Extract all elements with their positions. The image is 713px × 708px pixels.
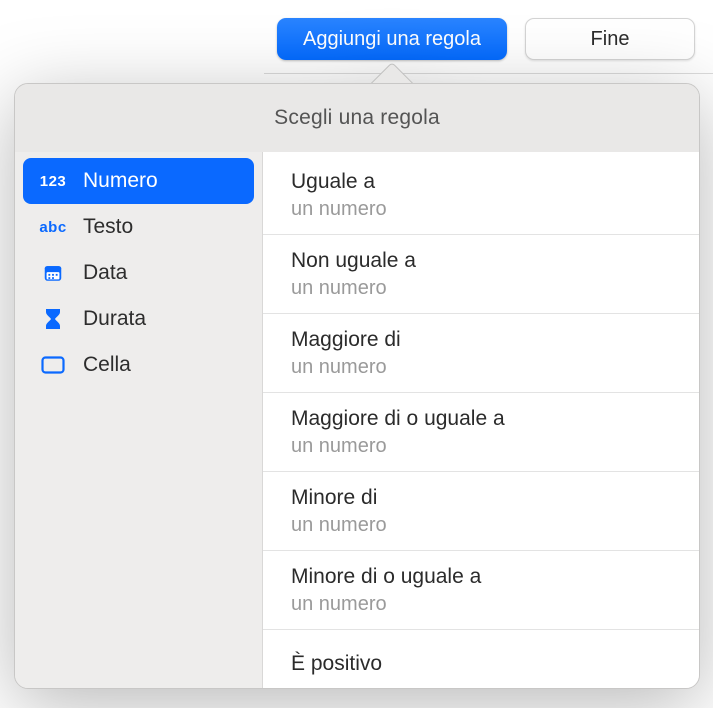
- top-toolbar: Aggiungi una regola Fine: [277, 18, 695, 60]
- rule-subtitle: un numero: [291, 512, 699, 538]
- rule-title: Maggiore di o uguale a: [291, 405, 699, 433]
- sidebar-item-number[interactable]: 123 Numero: [23, 158, 254, 204]
- rule-option-less[interactable]: Minore di un numero: [263, 472, 699, 551]
- rule-option-greater-equal[interactable]: Maggiore di o uguale a un numero: [263, 393, 699, 472]
- add-rule-button[interactable]: Aggiungi una regola: [277, 18, 507, 60]
- sidebar-item-duration[interactable]: Durata: [23, 296, 254, 342]
- text-icon: abc: [37, 219, 69, 236]
- rule-title: Uguale a: [291, 168, 699, 196]
- popover-arrow: [369, 61, 413, 85]
- add-rule-button-label: Aggiungi una regola: [303, 28, 481, 51]
- rule-option-less-equal[interactable]: Minore di o uguale a un numero: [263, 551, 699, 630]
- rule-category-sidebar: 123 Numero abc Testo: [15, 152, 263, 688]
- sidebar-item-label: Numero: [83, 169, 158, 193]
- rule-options-list: Uguale a un numero Non uguale a un numer…: [263, 152, 699, 688]
- sidebar-item-cell[interactable]: Cella: [23, 342, 254, 388]
- popover-title-text: Scegli una regola: [274, 106, 440, 130]
- rule-option-not-equal[interactable]: Non uguale a un numero: [263, 235, 699, 314]
- rule-title: Non uguale a: [291, 247, 699, 275]
- sidebar-item-label: Cella: [83, 353, 131, 377]
- calendar-icon: [37, 262, 69, 284]
- rule-subtitle: un numero: [291, 196, 699, 222]
- rule-title: Minore di: [291, 484, 699, 512]
- sidebar-item-label: Data: [83, 261, 127, 285]
- number-icon: 123: [37, 173, 69, 190]
- rule-option-equal[interactable]: Uguale a un numero: [263, 156, 699, 235]
- popover-frame: Scegli una regola 123 Numero abc Testo: [14, 83, 700, 689]
- rule-subtitle: un numero: [291, 433, 699, 459]
- sidebar-item-label: Durata: [83, 307, 146, 331]
- rule-title: Maggiore di: [291, 326, 699, 354]
- choose-rule-popover: Scegli una regola 123 Numero abc Testo: [14, 61, 700, 689]
- rule-title: È positivo: [291, 642, 699, 686]
- sidebar-item-text[interactable]: abc Testo: [23, 204, 254, 250]
- rule-option-is-positive[interactable]: È positivo: [263, 630, 699, 688]
- rule-subtitle: un numero: [291, 354, 699, 380]
- rule-title: Minore di o uguale a: [291, 563, 699, 591]
- cell-icon: [37, 356, 69, 374]
- sidebar-item-label: Testo: [83, 215, 133, 239]
- done-button[interactable]: Fine: [525, 18, 695, 60]
- popover-title: Scegli una regola: [15, 84, 699, 152]
- hourglass-icon: [37, 308, 69, 330]
- sidebar-item-date[interactable]: Data: [23, 250, 254, 296]
- rule-option-greater[interactable]: Maggiore di un numero: [263, 314, 699, 393]
- popover-body: 123 Numero abc Testo: [15, 152, 699, 688]
- done-button-label: Fine: [591, 28, 630, 51]
- rule-subtitle: un numero: [291, 591, 699, 617]
- rule-subtitle: un numero: [291, 275, 699, 301]
